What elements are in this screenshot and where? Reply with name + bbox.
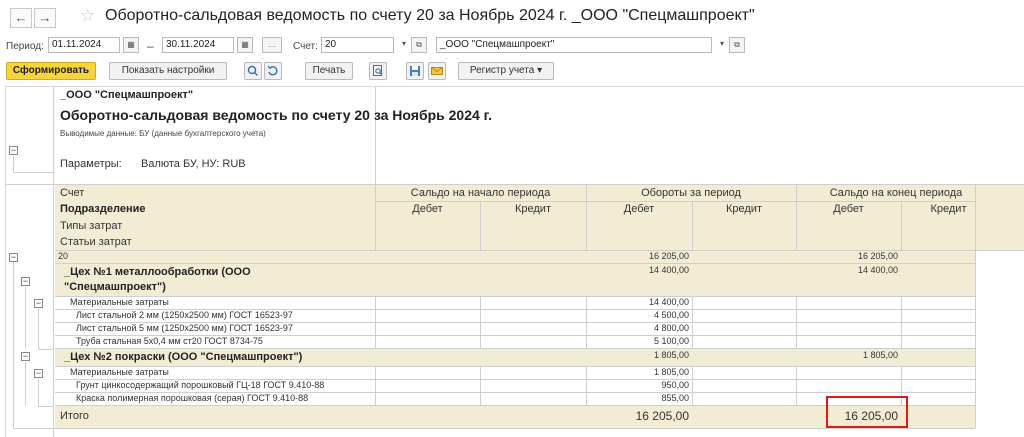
- calendar-icon: ▦: [127, 40, 135, 49]
- row-workshop1-line1: _Цех №1 металлообработки (ООО: [64, 266, 251, 278]
- col-cost-items: Статьи затрат: [60, 236, 132, 248]
- period-label: Период:: [6, 41, 44, 52]
- row-materials1: Материальные затраты: [70, 297, 169, 307]
- col-closing-credit: Кредит: [930, 203, 967, 215]
- open-icon: ⧉: [416, 40, 422, 49]
- col-opening: Сальдо на начало периода: [410, 187, 551, 199]
- account-dropdown-button[interactable]: ▾: [396, 37, 412, 53]
- show-settings-button[interactable]: Показать настройки: [109, 62, 227, 80]
- accounting-register-label: Регистр учета: [469, 65, 535, 76]
- calendar-from-button[interactable]: ▦: [123, 37, 139, 53]
- account-label: Счет:: [293, 41, 318, 52]
- report-output-data: Выводимые данные: БУ (данные бухгалтерск…: [60, 129, 266, 138]
- header-divider: [375, 87, 376, 184]
- col-turnover: Обороты за период: [641, 187, 741, 199]
- collapse-materials1-icon[interactable]: −: [34, 299, 43, 308]
- print-button[interactable]: Печать: [305, 62, 353, 80]
- row-materials2: Материальные затраты: [70, 367, 169, 377]
- collapse-account-icon[interactable]: −: [9, 253, 18, 262]
- period-select-button[interactable]: ...: [262, 37, 282, 53]
- chevron-down-icon: ▾: [719, 39, 724, 48]
- row-item-sheet-5mm: Лист стальной 5 мм (1250x2500 мм) ГОСТ 1…: [76, 323, 293, 333]
- col-subdivision: Подразделение: [60, 203, 146, 215]
- account-open-button[interactable]: ⧉: [411, 37, 427, 53]
- floppy-disk-icon: [410, 66, 420, 76]
- account-input[interactable]: 20: [321, 37, 394, 53]
- arrow-right-icon: →: [38, 10, 52, 25]
- row-6-turnover-debit: 1 805,00: [653, 350, 689, 360]
- gutter-divider: [53, 87, 54, 437]
- collapse-materials2-icon[interactable]: −: [34, 369, 43, 378]
- row-item-pipe: Труба стальная 5x0,4 мм ст20 ГОСТ 8734-7…: [76, 336, 263, 346]
- organization-dropdown-button[interactable]: ▾: [714, 37, 730, 53]
- window-title: Оборотно-сальдовая ведомость по счету 20…: [105, 7, 755, 24]
- send-email-button[interactable]: [428, 62, 446, 80]
- collapse-workshop2-icon[interactable]: −: [21, 352, 30, 361]
- preview-icon: [373, 65, 383, 76]
- row-5-turnover-debit: 5 100,00: [653, 336, 689, 346]
- calendar-icon: ▦: [241, 40, 249, 49]
- organization-input[interactable]: _ООО "Спецмашпроект": [436, 37, 712, 53]
- open-icon: ⧉: [734, 40, 740, 49]
- report-title: Оборотно-сальдовая ведомость по счету 20…: [60, 107, 492, 123]
- row-1-turnover-debit: 14 400,00: [648, 265, 689, 275]
- row-7-turnover-debit: 1 805,00: [653, 367, 689, 377]
- chevron-down-icon: ▾: [537, 65, 543, 76]
- total-label: Итого: [60, 410, 89, 422]
- row-1-closing-debit: 14 400,00: [857, 265, 898, 275]
- col-account: Счет: [60, 187, 85, 199]
- report-organization: _ООО "Спецмашпроект": [60, 89, 194, 101]
- date-from-input[interactable]: 01.11.2024: [48, 37, 120, 53]
- row-item-sheet-2mm: Лист стальной 2 мм (1250x2500 мм) ГОСТ 1…: [76, 310, 293, 320]
- row-workshop1-line2: "Спецмашпроект"): [64, 281, 166, 293]
- arrow-left-icon: ←: [14, 10, 28, 25]
- row-workshop2: _Цех №2 покраски (ООО "Спецмашпроект"): [64, 351, 303, 363]
- col-turnover-credit: Кредит: [725, 203, 762, 215]
- row-8-turnover-debit: 950,00: [661, 380, 689, 390]
- row-6-closing-debit: 1 805,00: [862, 350, 898, 360]
- report-params-label: Параметры:: [60, 158, 122, 170]
- col-closing-debit: Дебет: [833, 203, 864, 215]
- generate-button[interactable]: Сформировать: [6, 62, 96, 80]
- preview-button[interactable]: [369, 62, 387, 80]
- organization-open-button[interactable]: ⧉: [729, 37, 745, 53]
- col-cost-types: Типы затрат: [60, 220, 123, 232]
- envelope-icon: [431, 67, 443, 75]
- period-dash: –: [147, 39, 154, 53]
- row-item-paint: Краска полимерная порошковая (серая) ГОС…: [76, 393, 309, 403]
- date-to-input[interactable]: 30.11.2024: [162, 37, 234, 53]
- collapse-workshop1-icon[interactable]: −: [21, 277, 30, 286]
- row-3-turnover-debit: 4 500,00: [653, 310, 689, 320]
- report-params-value: Валюта БУ, НУ: RUB: [141, 158, 246, 170]
- row-4-turnover-debit: 4 800,00: [653, 323, 689, 333]
- back-button[interactable]: ←: [10, 8, 32, 28]
- row-0-closing-debit: 16 205,00: [857, 251, 898, 261]
- collapse-header-icon[interactable]: −: [9, 146, 18, 155]
- row-0-turnover-debit: 16 205,00: [648, 251, 689, 261]
- row-item-primer: Грунт цинкосодержащий порошковый ГЦ-18 Г…: [76, 380, 325, 390]
- highlight-frame: [826, 396, 908, 428]
- save-button[interactable]: [406, 62, 424, 80]
- row-account-20: 20: [58, 251, 69, 261]
- col-opening-credit: Кредит: [514, 203, 551, 215]
- favorite-star-icon[interactable]: ☆: [80, 6, 95, 26]
- search-options-button[interactable]: [264, 62, 282, 80]
- accounting-register-button[interactable]: Регистр учета ▾: [458, 62, 554, 80]
- col-closing: Сальдо на конец периода: [829, 187, 963, 199]
- col-opening-debit: Дебет: [412, 203, 443, 215]
- row-9-turnover-debit: 855,00: [661, 393, 689, 403]
- forward-button[interactable]: →: [34, 8, 56, 28]
- search-button[interactable]: [244, 62, 262, 80]
- calendar-to-button[interactable]: ▦: [237, 37, 253, 53]
- search-icon: [247, 65, 259, 77]
- chevron-down-icon: ▾: [401, 39, 406, 48]
- search-refresh-icon: [267, 65, 278, 76]
- row-2-turnover-debit: 14 400,00: [648, 297, 689, 307]
- total-turnover-debit: 16 205,00: [635, 409, 689, 423]
- col-turnover-debit: Дебет: [623, 203, 655, 215]
